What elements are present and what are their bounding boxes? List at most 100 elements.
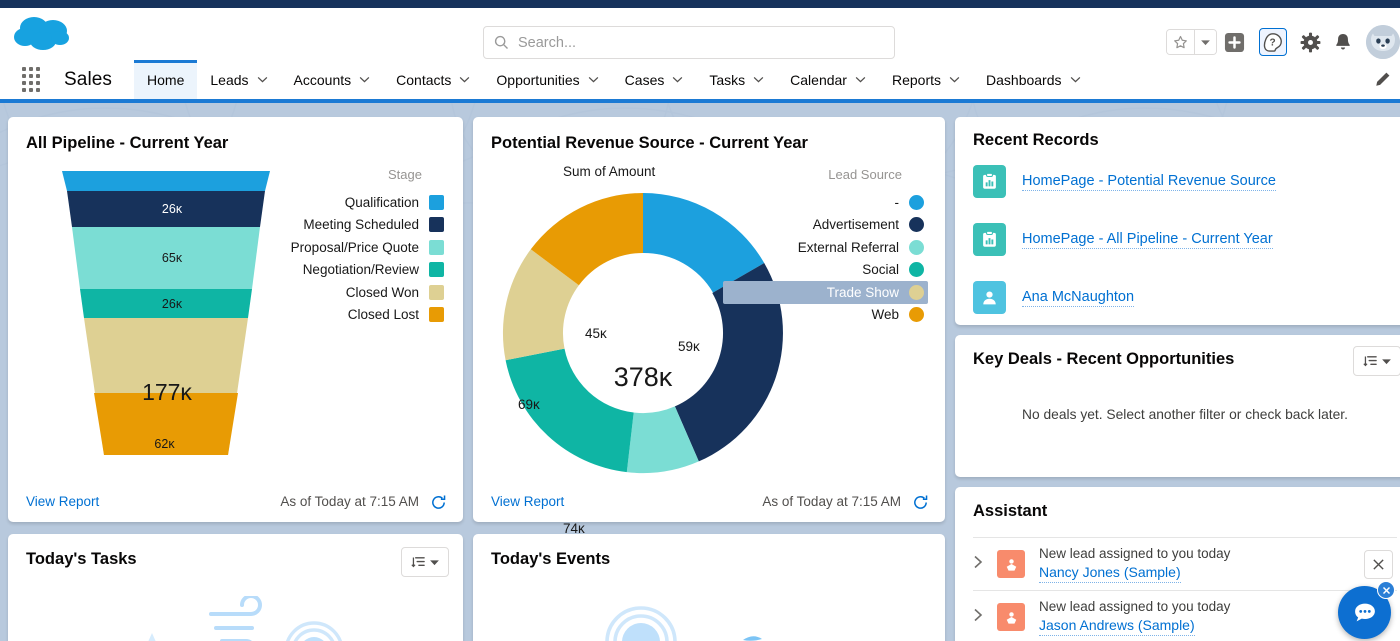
global-search[interactable]: Search... xyxy=(483,26,895,59)
chat-close-button[interactable] xyxy=(1377,581,1395,599)
refresh-icon[interactable] xyxy=(912,494,929,511)
legend-item-advertisement[interactable]: Advertisement xyxy=(723,214,928,237)
assistant-item-text: New lead assigned to you today Jason And… xyxy=(1039,598,1230,636)
legend-item-trade-show[interactable]: Trade Show xyxy=(723,281,928,304)
assistant-item-title: New lead assigned to you today xyxy=(1039,599,1231,614)
chevron-right-icon[interactable] xyxy=(973,608,987,627)
chevron-down-icon[interactable] xyxy=(257,76,268,83)
assistant-item-link[interactable]: Nancy Jones (Sample) xyxy=(1039,563,1181,583)
assistant-dismiss-button[interactable] xyxy=(1364,550,1393,579)
tab-label: Leads xyxy=(210,71,249,88)
recent-record-link[interactable]: HomePage - Potential Revenue Source xyxy=(1022,173,1276,191)
legend-swatch xyxy=(429,217,444,233)
assistant-item-link[interactable]: Jason Andrews (Sample) xyxy=(1039,616,1195,636)
legend-swatch xyxy=(429,262,444,278)
legend-item-qualification[interactable]: Qualification xyxy=(213,191,448,214)
legend-label: External Referral xyxy=(797,239,899,255)
all-pipeline-card: All Pipeline - Current Year 26ᴋ 65ᴋ 26ᴋ … xyxy=(8,117,463,522)
chevron-down-icon[interactable] xyxy=(459,76,470,83)
as-of-timestamp: As of Today at 7:15 AM xyxy=(762,494,901,509)
tab-label: Cases xyxy=(624,71,665,88)
tab-calendar[interactable]: Calendar xyxy=(777,60,879,99)
setup-gear-button[interactable] xyxy=(1296,28,1324,56)
notifications-bell-button[interactable] xyxy=(1329,28,1357,56)
tab-dashboards[interactable]: Dashboards xyxy=(973,60,1094,99)
legend-item-dash[interactable]: - xyxy=(723,191,928,214)
assistant-item[interactable]: New lead assigned to you today Nancy Jon… xyxy=(973,537,1397,590)
app-name[interactable]: Sales xyxy=(64,69,112,91)
recent-record-link[interactable]: Ana McNaughton xyxy=(1022,289,1135,307)
tab-home[interactable]: Home xyxy=(134,60,198,99)
tasks-sort-button[interactable] xyxy=(401,547,449,577)
tab-label: Accounts xyxy=(293,71,352,88)
legend-title: Stage xyxy=(388,167,422,182)
chevron-down-icon[interactable] xyxy=(949,76,960,83)
tab-label: Tasks xyxy=(709,71,746,88)
donut-value-trade-show: 69ᴋ xyxy=(518,397,540,412)
card-title: Key Deals - Recent Opportunities xyxy=(973,350,1235,368)
legend-item-closed-won[interactable]: Closed Won xyxy=(213,281,448,304)
tab-tasks[interactable]: Tasks xyxy=(696,60,777,99)
report-icon xyxy=(973,223,1006,256)
funnel-legend: Stage Qualification Meeting Scheduled Pr… xyxy=(213,167,448,326)
legend-label: Negotiation/Review xyxy=(302,262,419,278)
donut-legend: Lead Source - Advertisement External Ref… xyxy=(723,167,928,326)
chevron-down-icon[interactable] xyxy=(855,76,866,83)
tab-label: Calendar xyxy=(790,71,847,88)
recent-record-item[interactable]: HomePage - Potential Revenue Source xyxy=(973,165,1276,198)
tab-contacts[interactable]: Contacts xyxy=(383,60,483,99)
favorites-group[interactable] xyxy=(1166,29,1217,55)
chevron-down-icon[interactable] xyxy=(359,76,370,83)
assistant-item[interactable]: New lead assigned to you today Jason And… xyxy=(973,590,1397,641)
recent-record-item[interactable]: HomePage - All Pipeline - Current Year xyxy=(973,223,1273,256)
favorites-dropdown-button[interactable] xyxy=(1194,30,1216,54)
events-empty-illustration xyxy=(605,606,762,641)
legend-item-proposal-price-quote[interactable]: Proposal/Price Quote xyxy=(213,236,448,259)
legend-item-closed-lost[interactable]: Closed Lost xyxy=(213,304,448,327)
refresh-icon[interactable] xyxy=(430,494,447,511)
chevron-down-icon[interactable] xyxy=(753,76,764,83)
pencil-icon[interactable] xyxy=(1372,70,1392,90)
legend-item-web[interactable]: Web xyxy=(723,304,928,327)
tab-cases[interactable]: Cases xyxy=(612,60,697,99)
tab-label: Home xyxy=(147,71,185,88)
tab-leads[interactable]: Leads xyxy=(197,60,280,99)
legend-label: Qualification xyxy=(344,194,419,210)
salesforce-cloud-logo[interactable] xyxy=(12,14,74,56)
chevron-down-icon[interactable] xyxy=(1070,76,1081,83)
view-report-link[interactable]: View Report xyxy=(26,494,99,509)
key-deals-sort-button[interactable] xyxy=(1353,346,1400,376)
chevron-down-icon[interactable] xyxy=(588,76,599,83)
card-title: Today's Events xyxy=(491,550,611,568)
recent-record-link[interactable]: HomePage - All Pipeline - Current Year xyxy=(1022,231,1273,249)
view-report-link[interactable]: View Report xyxy=(491,494,564,509)
assistant-item-title: New lead assigned to you today xyxy=(1039,546,1231,561)
tab-reports[interactable]: Reports xyxy=(879,60,973,99)
legend-swatch xyxy=(909,262,924,278)
legend-label: Meeting Scheduled xyxy=(303,217,419,233)
user-avatar[interactable] xyxy=(1366,25,1400,59)
legend-item-negotiation-review[interactable]: Negotiation/Review xyxy=(213,259,448,282)
add-button[interactable] xyxy=(1220,28,1248,56)
favorites-star-button[interactable] xyxy=(1167,30,1194,54)
chevron-right-icon[interactable] xyxy=(973,555,987,574)
nav-tabs: Home Leads Accounts Contacts Opportuniti… xyxy=(134,60,1093,99)
legend-item-meeting-scheduled[interactable]: Meeting Scheduled xyxy=(213,214,448,237)
caret-down-icon xyxy=(430,559,439,565)
legend-item-external-referral[interactable]: External Referral xyxy=(723,236,928,259)
tab-opportunities[interactable]: Opportunities xyxy=(483,60,611,99)
recent-record-item[interactable]: Ana McNaughton xyxy=(973,281,1135,314)
chevron-down-icon[interactable] xyxy=(672,76,683,83)
caret-down-icon xyxy=(1382,358,1391,364)
tab-accounts[interactable]: Accounts xyxy=(281,60,384,99)
todays-tasks-card: Today's Tasks xyxy=(8,534,463,641)
donut-value-advertisement: 88ᴋ xyxy=(739,446,761,461)
tab-label: Dashboards xyxy=(986,71,1062,88)
help-button[interactable]: ? xyxy=(1259,28,1287,56)
legend-item-social[interactable]: Social xyxy=(723,259,928,282)
global-header: Search... ? xyxy=(0,8,1400,60)
close-icon xyxy=(1373,559,1384,570)
recent-records-card: Recent Records HomePage - Potential Reve… xyxy=(955,117,1400,325)
legend-label: Advertisement xyxy=(812,217,899,233)
app-launcher-waffle-icon[interactable] xyxy=(22,67,44,92)
